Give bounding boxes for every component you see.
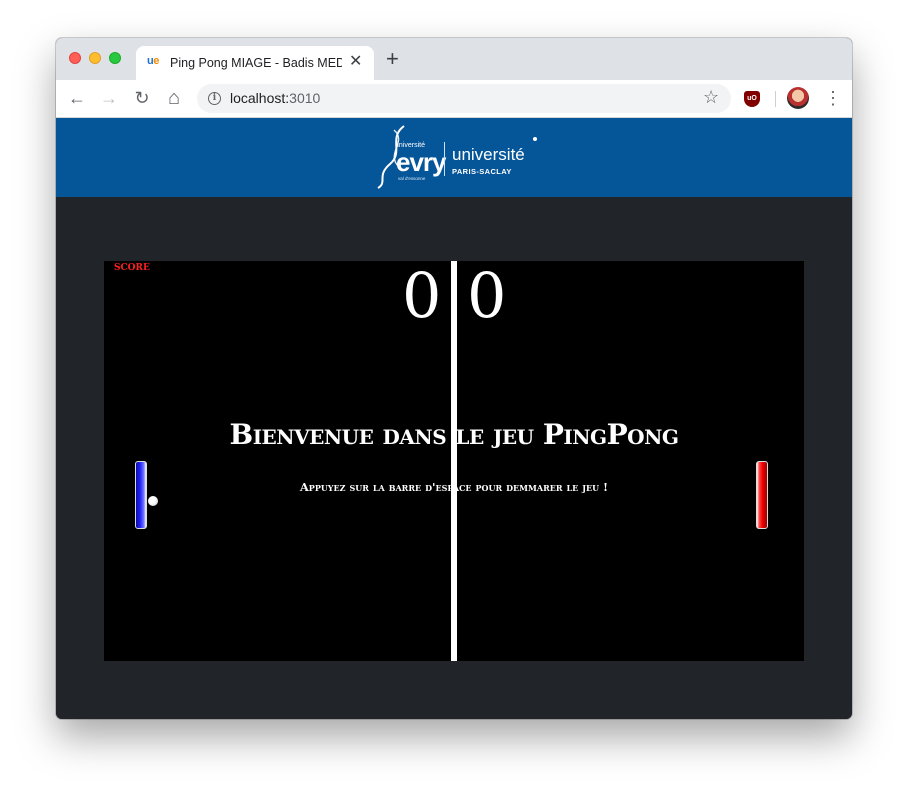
toolbar-divider xyxy=(775,91,776,107)
browser-window: ue Ping Pong MIAGE - Badis MEDDOUR ✕ + ←… xyxy=(56,38,852,719)
home-button[interactable]: ⌂ xyxy=(163,87,185,109)
university-logo[interactable]: université evry val d'essonne université… xyxy=(374,124,538,190)
left-paddle xyxy=(135,461,147,529)
tab-ping-pong[interactable]: ue Ping Pong MIAGE - Badis MEDDOUR ✕ xyxy=(136,46,374,80)
profile-avatar[interactable] xyxy=(787,87,809,109)
url-text[interactable]: localhost:3010 xyxy=(230,90,320,106)
center-net xyxy=(451,261,457,661)
tab-strip: ue Ping Pong MIAGE - Badis MEDDOUR ✕ + xyxy=(56,38,852,80)
reload-button[interactable]: ↻ xyxy=(131,87,153,109)
ball xyxy=(148,496,158,506)
start-instruction: Appuyez sur la barre d'espace pour demma… xyxy=(299,480,609,494)
address-bar[interactable]: i localhost:3010 ☆ xyxy=(197,84,731,113)
bookmark-star-icon[interactable]: ☆ xyxy=(703,87,719,108)
right-paddle xyxy=(756,461,768,529)
ublock-extension-icon[interactable]: uO xyxy=(744,91,760,107)
score-label: SCORE xyxy=(114,263,150,273)
right-score: 0 xyxy=(467,261,507,332)
browser-menu-icon[interactable]: ⋮ xyxy=(824,86,842,110)
minimize-window-button[interactable] xyxy=(89,52,101,64)
tab-close-icon[interactable]: ✕ xyxy=(349,53,362,71)
close-window-button[interactable] xyxy=(69,52,81,64)
forward-button[interactable]: → xyxy=(98,87,120,109)
new-tab-button[interactable]: + xyxy=(386,48,399,70)
back-button[interactable]: ← xyxy=(66,87,88,109)
site-header: université evry val d'essonne université… xyxy=(56,118,852,197)
browser-toolbar: ← → ↻ ⌂ i localhost:3010 ☆ uO ⋮ xyxy=(56,80,852,118)
game-canvas[interactable]: SCORE 0 0 Bienvenue dans le jeu PingPong… xyxy=(104,261,804,661)
welcome-title: Bienvenue dans le jeu PingPong xyxy=(229,418,679,451)
tab-favicon-icon: ue xyxy=(147,55,159,67)
maximize-window-button[interactable] xyxy=(109,52,121,64)
info-icon[interactable]: i xyxy=(208,92,221,105)
page-content: SCORE 0 0 Bienvenue dans le jeu PingPong… xyxy=(56,197,852,719)
left-score: 0 xyxy=(402,261,442,332)
tab-title: Ping Pong MIAGE - Badis MEDDOUR xyxy=(170,56,342,70)
